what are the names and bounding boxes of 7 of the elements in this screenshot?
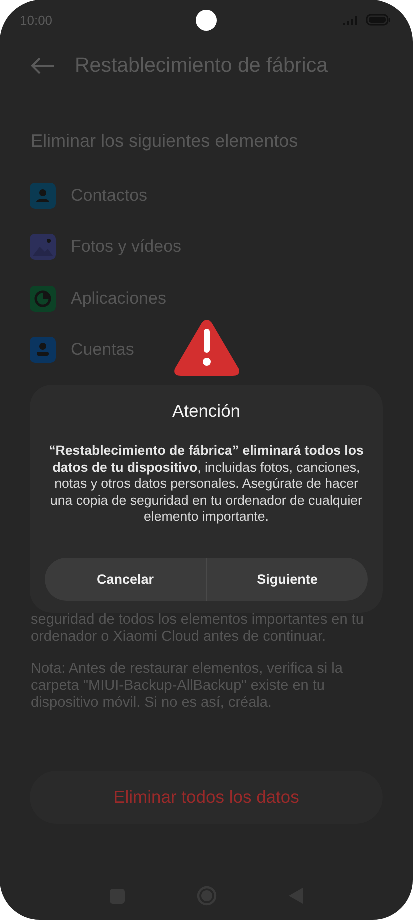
back-button[interactable] xyxy=(31,57,55,75)
dialog-message: “Restablecimiento de fábrica” eliminará todos los datos de tu dispositivo, incluidas fotos, canciones, notas y otros datos personales. Asegúrate de hacer una copia de seguridad en tu ordenador de cualquier elemento importante. xyxy=(48,443,365,526)
cancel-button[interactable]: Cancelar xyxy=(45,558,206,600)
warning-icon xyxy=(172,319,240,377)
next-button[interactable]: Siguiente xyxy=(207,558,368,600)
dialog-title: Atención xyxy=(172,400,241,423)
camera-cutout xyxy=(196,10,217,31)
